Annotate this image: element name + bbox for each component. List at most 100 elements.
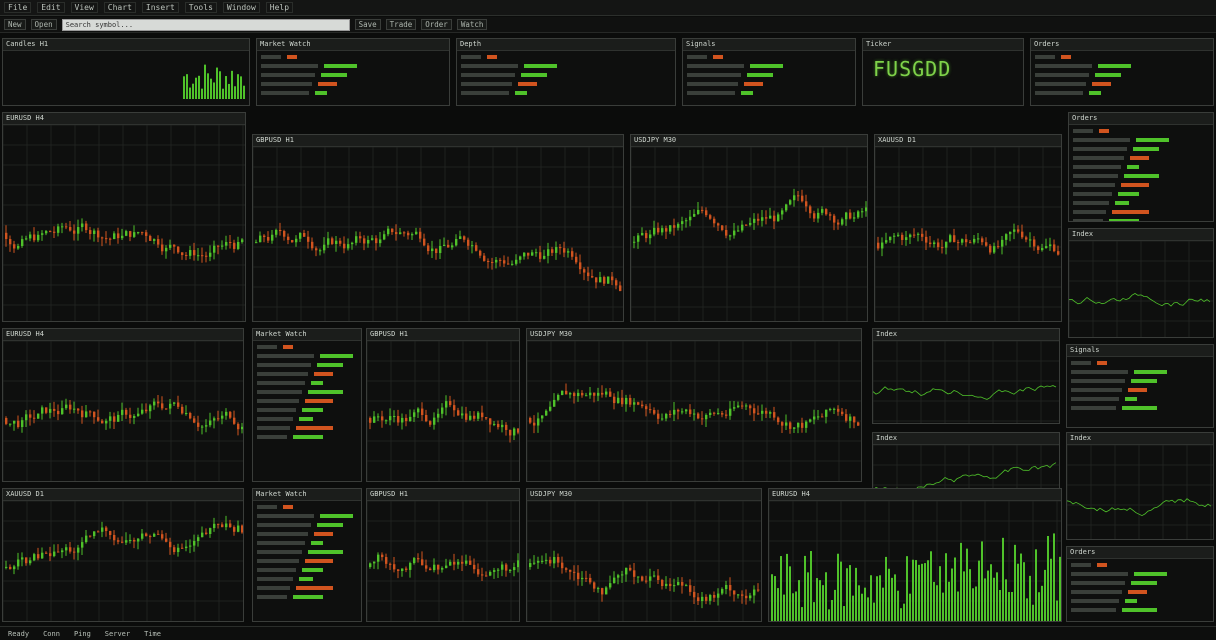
list-row[interactable] (1073, 145, 1209, 154)
list-row[interactable] (1073, 136, 1209, 145)
menu-item-view[interactable]: View (70, 2, 98, 13)
list-row[interactable] (257, 352, 357, 361)
list-row[interactable] (1071, 606, 1209, 615)
list-row[interactable] (1071, 359, 1209, 368)
row-label-bar (687, 82, 738, 86)
toolbar-button-save[interactable]: Save (354, 19, 381, 30)
candle-body (85, 535, 88, 543)
list-row[interactable] (1035, 71, 1209, 80)
list-row[interactable] (261, 80, 445, 89)
toolbar-button-open[interactable]: Open (30, 19, 57, 30)
list-row[interactable] (687, 89, 851, 98)
menu-item-help[interactable]: Help (265, 2, 294, 13)
toolbar-button-new[interactable]: New (4, 19, 26, 30)
list-row[interactable] (1071, 404, 1209, 413)
list-row[interactable] (257, 530, 357, 539)
menu-item-file[interactable]: File (4, 2, 32, 13)
list-row[interactable] (257, 584, 357, 593)
menu-item-chart[interactable]: Chart (103, 2, 136, 13)
candle-body (97, 531, 100, 533)
menu-item-insert[interactable]: Insert (141, 2, 179, 13)
list-row[interactable] (257, 575, 357, 584)
list-row[interactable] (1071, 386, 1209, 395)
list-row[interactable] (257, 557, 357, 566)
list-row[interactable] (261, 71, 445, 80)
list-row[interactable] (1071, 395, 1209, 404)
candle-body (437, 413, 440, 418)
candle-body (463, 236, 466, 240)
list-row[interactable] (1073, 181, 1209, 190)
volume-bar (948, 581, 950, 621)
list-row[interactable] (257, 593, 357, 602)
list-row[interactable] (461, 89, 671, 98)
list-row[interactable] (257, 343, 357, 352)
list-row[interactable] (461, 71, 671, 80)
list-row[interactable] (1035, 89, 1209, 98)
list-row[interactable] (257, 521, 357, 530)
list-row[interactable] (257, 370, 357, 379)
toolbar-button-order[interactable]: Order (421, 19, 452, 30)
list-row[interactable] (461, 53, 671, 62)
list-row[interactable] (687, 80, 851, 89)
list-row[interactable] (1071, 579, 1209, 588)
list-row[interactable] (1035, 62, 1209, 71)
toolbar-button-watch[interactable]: Watch (456, 19, 488, 30)
list-row[interactable] (1073, 208, 1209, 217)
list-row[interactable] (257, 566, 357, 575)
list-row[interactable] (1071, 561, 1209, 570)
candle-body (21, 420, 24, 428)
candle-body (733, 230, 736, 236)
ticker-display: FUSGDD (873, 57, 952, 81)
list-row[interactable] (261, 62, 445, 71)
list-row[interactable] (257, 406, 357, 415)
list-row[interactable] (257, 512, 357, 521)
list-row[interactable] (257, 503, 357, 512)
menu-item-edit[interactable]: Edit (37, 2, 65, 13)
list-row[interactable] (257, 424, 357, 433)
list-row[interactable] (257, 433, 357, 442)
list-row[interactable] (257, 388, 357, 397)
volume-bar (792, 593, 794, 621)
list-row[interactable] (257, 397, 357, 406)
list-row[interactable] (257, 539, 357, 548)
list-row[interactable] (261, 53, 445, 62)
list-row[interactable] (687, 53, 851, 62)
candle-body (263, 235, 266, 238)
list-row[interactable] (261, 89, 445, 98)
list-row[interactable] (461, 62, 671, 71)
row-value-bar (314, 532, 333, 536)
list-row[interactable] (461, 80, 671, 89)
list-row[interactable] (1073, 190, 1209, 199)
list-row[interactable] (1071, 588, 1209, 597)
candle-body (729, 235, 732, 237)
list-row[interactable] (1071, 570, 1209, 579)
row-value-bar (515, 91, 527, 95)
list-row[interactable] (1035, 53, 1209, 62)
search-input[interactable]: Search symbol... (61, 18, 350, 31)
menu-item-tools[interactable]: Tools (184, 2, 217, 13)
list-row[interactable] (1071, 597, 1209, 606)
volume-bar (807, 572, 809, 621)
volume-bar (210, 78, 212, 99)
list-row[interactable] (1073, 199, 1209, 208)
candle-body (477, 412, 480, 419)
list-row[interactable] (257, 548, 357, 557)
candle-body (407, 232, 410, 236)
list-row[interactable] (1071, 368, 1209, 377)
list-row[interactable] (257, 361, 357, 370)
list-row[interactable] (1073, 127, 1209, 136)
list-row[interactable] (257, 379, 357, 388)
list-row[interactable] (1035, 80, 1209, 89)
list-row[interactable] (687, 71, 851, 80)
toolbar-button-trade[interactable]: Trade (385, 19, 417, 30)
list-row[interactable] (1073, 172, 1209, 181)
volume-bar (978, 560, 980, 621)
list-row[interactable] (687, 62, 851, 71)
list-row[interactable] (1071, 377, 1209, 386)
list-row[interactable] (257, 415, 357, 424)
candle-body (69, 547, 72, 552)
menu-item-window[interactable]: Window (222, 2, 260, 13)
list-row[interactable] (1073, 154, 1209, 163)
list-row[interactable] (1073, 217, 1209, 221)
list-row[interactable] (1073, 163, 1209, 172)
